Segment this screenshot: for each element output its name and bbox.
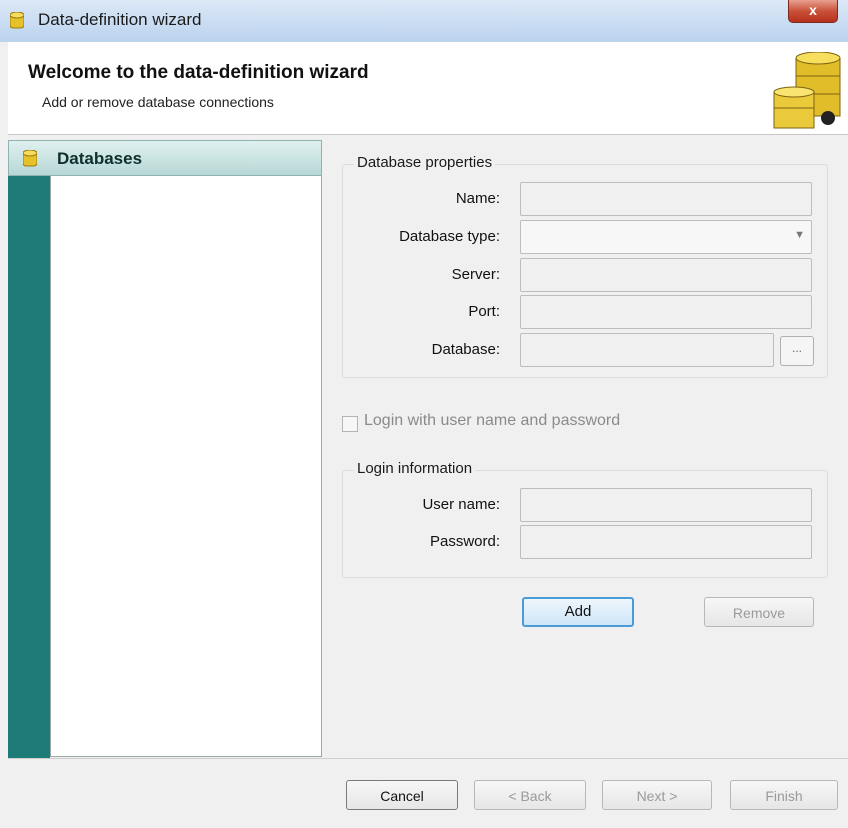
sidebar-item-label: Databases	[57, 149, 143, 168]
remove-button[interactable]: Remove	[704, 597, 814, 627]
server-label: Server:	[451, 266, 500, 283]
password-label: Password:	[429, 533, 500, 550]
database-icon	[23, 150, 37, 167]
username-label: User name:	[422, 496, 500, 513]
add-button[interactable]: Add	[522, 597, 634, 627]
page-subtitle: Add or remove database connections	[42, 94, 274, 110]
wizard-header: Welcome to the data-definition wizard Ad…	[8, 42, 848, 135]
browse-button[interactable]: ...	[780, 336, 814, 366]
database-icon	[10, 12, 24, 29]
login-checkbox[interactable]	[342, 416, 358, 432]
cancel-button[interactable]: Cancel	[346, 780, 458, 810]
name-input[interactable]	[520, 182, 812, 216]
login-information-group	[342, 470, 828, 578]
password-input[interactable]	[520, 525, 812, 559]
database-list[interactable]	[50, 176, 322, 757]
port-input[interactable]	[520, 295, 812, 329]
next-button[interactable]: Next >	[602, 780, 712, 810]
window-title: Data-definition wizard	[38, 10, 202, 29]
title-bar: Data-definition wizard x	[0, 0, 848, 42]
wizard-window: Data-definition wizard x Welcome to the …	[0, 0, 848, 828]
database-type-select[interactable]: ▼	[520, 220, 812, 254]
footer-divider	[8, 758, 848, 759]
chevron-down-icon: ▼	[794, 229, 805, 241]
database-label: Database:	[431, 341, 500, 358]
database-properties-label: Database properties	[354, 154, 496, 171]
database-stack-icon	[773, 52, 841, 129]
username-input[interactable]	[520, 488, 812, 522]
close-button[interactable]: x	[788, 0, 838, 23]
name-label: Name:	[455, 190, 500, 207]
finish-button[interactable]: Finish	[730, 780, 838, 810]
database-type-label: Database type:	[399, 228, 500, 245]
sidebar-accent	[8, 140, 50, 758]
sidebar-item-databases[interactable]: Databases	[8, 140, 322, 176]
database-input[interactable]	[520, 333, 774, 367]
port-label: Port:	[468, 303, 500, 320]
server-input[interactable]	[520, 258, 812, 292]
login-checkbox-label[interactable]: Login with user name and password	[364, 412, 620, 430]
login-information-label: Login information	[354, 460, 476, 477]
page-title: Welcome to the data-definition wizard	[28, 62, 369, 83]
back-button[interactable]: < Back	[474, 780, 586, 810]
